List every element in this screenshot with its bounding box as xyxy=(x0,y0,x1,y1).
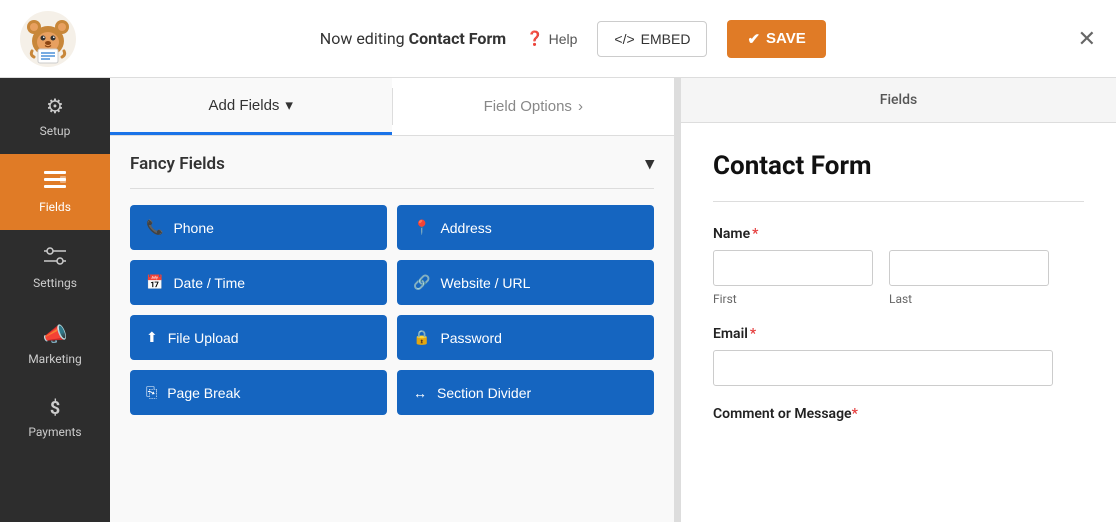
section-divider-icon: ↔ xyxy=(413,385,427,401)
field-button-page-break[interactable]: ⎘ Page Break xyxy=(130,370,387,415)
field-button-password[interactable]: 🔒 Password xyxy=(397,315,654,360)
upload-icon: ⬆ xyxy=(146,329,158,346)
page-break-icon: ⎘ xyxy=(146,384,157,401)
sliders-icon xyxy=(44,246,66,270)
sidebar-item-payments[interactable]: $ Payments xyxy=(0,382,110,455)
sidebar-label-payments: Payments xyxy=(28,425,81,439)
sidebar-label-fields: Fields xyxy=(39,200,71,214)
fields-panel: Add Fields ▾ Field Options › Fancy Field… xyxy=(110,78,675,522)
fancy-fields-chevron[interactable]: ▾ xyxy=(645,154,654,174)
logo xyxy=(20,11,76,67)
close-button[interactable]: ✕ xyxy=(1078,26,1096,52)
sidebar-label-marketing: Marketing xyxy=(28,352,82,366)
name-inputs-row xyxy=(713,250,1084,286)
field-button-phone[interactable]: 📞 Phone xyxy=(130,205,387,250)
fancy-fields-label: Fancy Fields xyxy=(130,154,225,174)
name-field-label: Name* xyxy=(713,226,1084,242)
sidebar-label-settings: Settings xyxy=(33,276,77,290)
name-last-input[interactable] xyxy=(889,250,1049,286)
form-preview-panel: Fields Contact Form Name* First Last Ema… xyxy=(681,78,1116,522)
fields-icon xyxy=(44,170,66,194)
link-icon: 🔗 xyxy=(413,274,430,291)
save-button[interactable]: ✔ SAVE xyxy=(727,20,825,58)
name-first-input[interactable] xyxy=(713,250,873,286)
fancy-fields-header: Fancy Fields ▾ xyxy=(110,136,674,188)
gear-icon: ⚙ xyxy=(46,94,64,118)
chevron-down-icon: ▾ xyxy=(285,96,293,114)
field-button-section-divider[interactable]: ↔ Section Divider xyxy=(397,370,654,415)
tab-add-fields[interactable]: Add Fields ▾ xyxy=(110,78,392,135)
first-sublabel: First xyxy=(713,292,873,306)
form-preview-content: Contact Form Name* First Last Email* xyxy=(681,123,1116,450)
topbar: Now editing Contact Form ❓ Help </> EMBE… xyxy=(0,0,1116,78)
phone-icon: 📞 xyxy=(146,219,163,236)
editing-text: Now editing Contact Form xyxy=(320,29,506,48)
comment-required-star: * xyxy=(852,406,858,422)
last-sublabel: Last xyxy=(889,292,1049,306)
email-input[interactable] xyxy=(713,350,1053,386)
checkmark-icon: ✔ xyxy=(747,30,760,48)
sidebar-item-marketing[interactable]: 📣 Marketing xyxy=(0,306,110,382)
fancy-fields-divider xyxy=(130,188,654,189)
chevron-right-icon: › xyxy=(578,98,583,115)
name-required-star: * xyxy=(752,226,758,242)
tab-field-options[interactable]: Field Options › xyxy=(393,78,675,135)
field-button-address[interactable]: 📍 Address xyxy=(397,205,654,250)
email-section: Email* xyxy=(713,326,1084,386)
topbar-center: Now editing Contact Form ❓ Help </> EMBE… xyxy=(92,20,1054,58)
sidebar: ⚙ Setup Fields xyxy=(0,78,110,522)
fields-tabs: Add Fields ▾ Field Options › xyxy=(110,78,674,136)
code-icon: </> xyxy=(614,31,634,47)
lock-icon: 🔒 xyxy=(413,329,430,346)
email-required-star: * xyxy=(750,326,756,342)
sidebar-item-settings[interactable]: Settings xyxy=(0,230,110,306)
name-sublabels: First Last xyxy=(713,292,1084,306)
form-title-divider xyxy=(713,201,1084,202)
address-pin-icon: 📍 xyxy=(413,219,430,236)
question-icon: ❓ xyxy=(526,30,543,47)
email-field-label: Email* xyxy=(713,326,1084,342)
form-preview-header: Fields xyxy=(681,78,1116,123)
calendar-icon: 📅 xyxy=(146,274,163,291)
field-button-website[interactable]: 🔗 Website / URL xyxy=(397,260,654,305)
help-button[interactable]: ❓ Help xyxy=(526,30,577,47)
comment-section: Comment or Message* xyxy=(713,406,1084,422)
megaphone-icon: 📣 xyxy=(43,322,68,346)
comment-field-label: Comment or Message* xyxy=(713,406,1084,422)
embed-button[interactable]: </> EMBED xyxy=(597,21,707,57)
field-buttons-grid: 📞 Phone 📍 Address 📅 Date / Time 🔗 Websit… xyxy=(110,205,674,415)
dollar-icon: $ xyxy=(50,398,60,419)
field-button-datetime[interactable]: 📅 Date / Time xyxy=(130,260,387,305)
sidebar-item-setup[interactable]: ⚙ Setup xyxy=(0,78,110,154)
sidebar-item-fields[interactable]: Fields xyxy=(0,154,110,230)
form-title: Contact Form xyxy=(713,151,1084,181)
main-layout: ⚙ Setup Fields xyxy=(0,78,1116,522)
field-button-file-upload[interactable]: ⬆ File Upload xyxy=(130,315,387,360)
sidebar-label-setup: Setup xyxy=(40,124,71,138)
